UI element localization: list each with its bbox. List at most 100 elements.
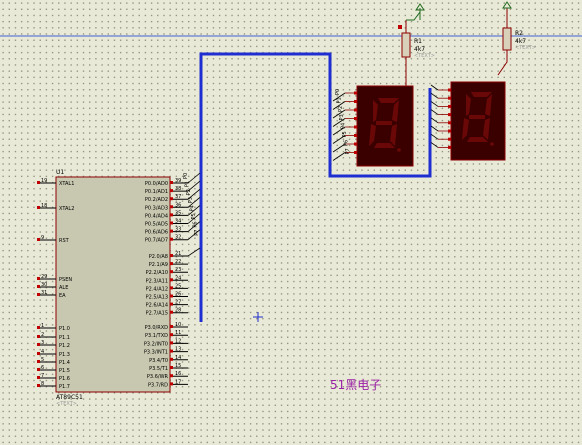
pin-name: P1.4	[59, 360, 70, 366]
pin-number: 39	[175, 178, 181, 184]
r2-text-tag: <TEXT>	[515, 45, 536, 51]
pin-number: 17	[175, 379, 181, 385]
decimal-point	[397, 148, 401, 152]
pin-number: 5	[41, 357, 44, 363]
bus-entry	[430, 101, 439, 107]
pin-marker	[354, 108, 357, 112]
r1-body	[401, 32, 411, 58]
pin-number: 18	[41, 203, 47, 209]
display1-pin-label: P4	[341, 123, 347, 129]
cursor-crosshair-icon	[253, 312, 263, 322]
pin-name: EA	[59, 293, 66, 299]
schematic-canvas[interactable]: U1 AT89C51 <TEXT> 19 XTAL118 XTAL29 RST29 PS…	[0, 0, 582, 445]
pin-number: 30	[41, 282, 47, 288]
pin-name: ALE	[59, 285, 68, 291]
pin-name: P2.1/A9	[149, 262, 168, 268]
pin-marker	[354, 100, 357, 103]
bus-entry	[430, 92, 439, 99]
r2-ref-label: R2	[515, 30, 523, 37]
bus-entry	[430, 109, 439, 115]
bus-label: P2	[186, 189, 192, 195]
pin-number: 23	[175, 267, 181, 273]
pin-number: 27	[175, 300, 181, 306]
pin-name: P3.6/WR	[147, 374, 169, 380]
resistor-r2[interactable]: R2 4k7 <TEXT>	[497, 1, 536, 76]
pin-name: P1.6	[59, 376, 70, 382]
bus-label: P0	[183, 173, 189, 179]
r1-power-link	[406, 11, 421, 21]
pin-marker	[354, 134, 357, 137]
segment	[469, 115, 485, 119]
bus-entry	[430, 117, 439, 124]
pin-marker	[448, 137, 451, 141]
pin-name: P0.4/AD4	[145, 213, 168, 219]
pin-name: P3.4/T0	[149, 358, 168, 364]
r1-pin-marker	[398, 25, 402, 29]
bus-label: P1	[185, 181, 191, 187]
mcu-p0-bus-entries: P0 P1 P2 P3 P4 P5 P6 P7	[183, 172, 201, 257]
pin-marker	[354, 117, 357, 120]
pin-name: P3.5/T1	[149, 366, 168, 372]
pin-name: PSEN	[59, 277, 72, 283]
decimal-point	[490, 142, 494, 146]
pin-number: 9	[41, 235, 44, 241]
r2-value-label: 4k7	[515, 38, 526, 45]
pin-name: P2.4/A12	[146, 286, 168, 292]
pin-name: P0.1/AD1	[145, 189, 168, 195]
display1-pin-label: P1	[336, 97, 342, 103]
pin-number: 8	[41, 381, 44, 387]
pin-number: 15	[175, 363, 181, 369]
display1-pin-label: P6	[343, 140, 349, 146]
bus-entry	[430, 133, 439, 140]
r1-ref-label: R1	[414, 38, 422, 45]
pin-name: P0.2/AD2	[145, 197, 168, 203]
pin-number: 36	[175, 202, 181, 208]
display1-pin-label: P2	[338, 106, 344, 112]
bus-entry	[430, 125, 439, 132]
bus-label: P3	[188, 197, 194, 203]
display1-pin-label: P7	[345, 148, 351, 154]
bus-label: P7	[194, 229, 200, 235]
pin-name: XTAL2	[59, 206, 74, 212]
bus-label: P6	[193, 221, 199, 227]
pin-number: 22	[175, 259, 181, 265]
seven-segment-display-2[interactable]	[430, 81, 506, 161]
segment	[376, 121, 392, 125]
display1-pin-label: P3	[339, 114, 345, 120]
pin-number: 34	[175, 219, 181, 225]
mcu-u1[interactable]: U1 AT89C51 <TEXT> 19 XTAL118 XTAL29 RST29 PS…	[37, 169, 201, 407]
pin-marker	[354, 125, 357, 129]
pin-number: 33	[175, 227, 181, 233]
pin-marker	[354, 91, 357, 95]
pin-name: P1.5	[59, 368, 70, 374]
mcu-right-pins: 39 P0.0/AD0 38 P0.1/AD1 37 P0.2/AD2 36 P0.3/AD3…	[144, 178, 188, 388]
display1-pins: P0 P1 P2 P3 P4 P5 P6 P7	[332, 89, 357, 161]
pin-marker	[448, 96, 451, 100]
pin-name: P1.2	[59, 343, 70, 349]
display1-pin-label: P0	[335, 89, 341, 95]
display2-pins	[430, 84, 451, 149]
pin-number: 29	[41, 274, 47, 280]
pin-name: P3.0/RXD	[145, 325, 169, 331]
pin-number: 10	[175, 322, 181, 328]
resistor-r1[interactable]: R1 4k7 <TEXT>	[398, 3, 435, 86]
seven-segment-display-1[interactable]: P0 P1 P2 P3 P4 P5 P6 P7	[332, 85, 414, 167]
pin-marker	[354, 151, 357, 154]
pin-marker	[448, 104, 451, 108]
pin-name: P2.7/A15	[146, 311, 168, 317]
pin-number: 4	[41, 349, 44, 355]
pin-number: 21	[175, 251, 181, 257]
mcu-text-tag: <TEXT>	[56, 401, 77, 407]
pin-number: 25	[175, 283, 181, 289]
bus-entry	[430, 142, 439, 148]
pin-name: P1.7	[59, 384, 70, 390]
pin-number: 7	[41, 373, 44, 379]
r1-text-tag: <TEXT>	[414, 53, 435, 59]
display1-pin-label: P5	[342, 131, 348, 137]
pin-name: P3.7/RD	[148, 382, 168, 388]
pin-name: P3.3/INT1	[144, 350, 168, 356]
pin-marker	[448, 88, 451, 92]
pin-number: 24	[175, 275, 181, 281]
pin-name: P1.1	[59, 335, 70, 341]
mcu-ref-label: U1	[56, 169, 64, 176]
